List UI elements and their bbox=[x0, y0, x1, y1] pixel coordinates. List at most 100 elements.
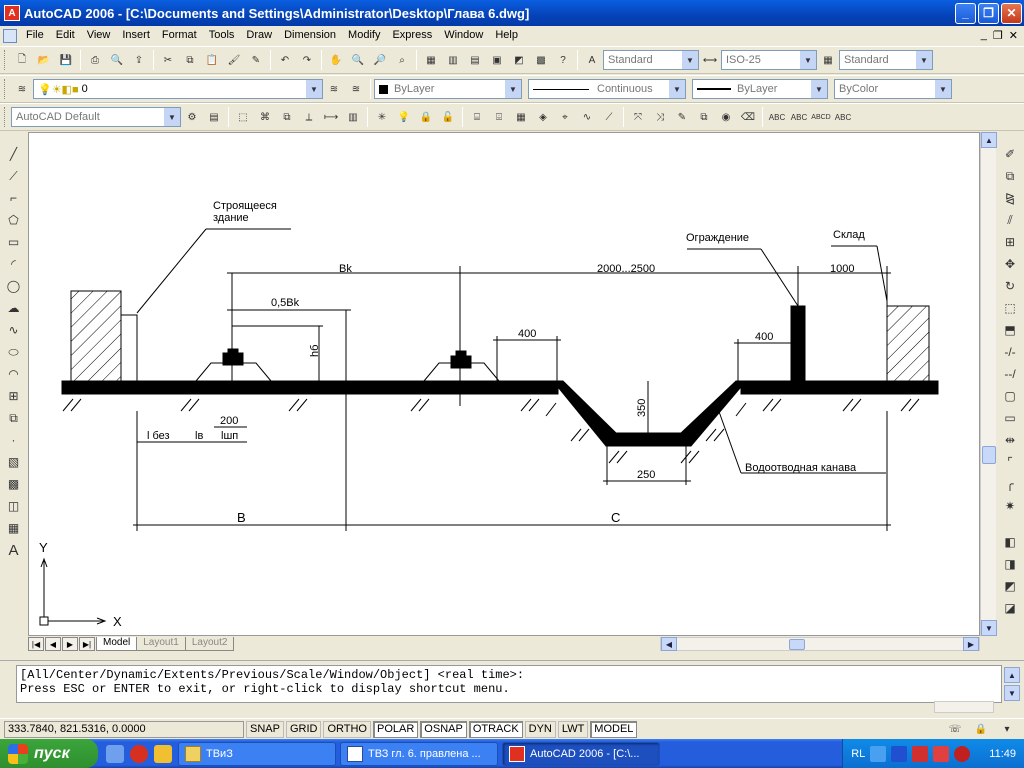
point-icon[interactable]: · bbox=[5, 431, 23, 449]
undo-icon[interactable]: ↶ bbox=[276, 51, 294, 69]
close-button[interactable]: ✕ bbox=[1001, 2, 1022, 24]
explode-icon[interactable]: ✷ bbox=[1001, 497, 1019, 515]
horizontal-scroll-thumb[interactable] bbox=[789, 639, 805, 650]
menu-express[interactable]: Express bbox=[386, 26, 438, 45]
horizontal-scrollbar[interactable]: ◀ ▶ bbox=[660, 637, 980, 651]
document-icon[interactable] bbox=[3, 28, 17, 43]
task-autocad[interactable]: AutoCAD 2006 - [C:\... bbox=[502, 741, 660, 766]
draworder-above-icon[interactable]: ◩ bbox=[1001, 577, 1019, 595]
status-menu-icon[interactable]: ▾ bbox=[998, 720, 1016, 738]
construction-line-icon[interactable]: ⟋ bbox=[5, 167, 23, 185]
quick-launch-desktop-icon[interactable] bbox=[106, 744, 124, 763]
match-properties-icon[interactable]: 🖌 bbox=[225, 51, 243, 69]
plot-preview-icon[interactable]: 🔍 bbox=[108, 51, 126, 69]
tray-shield-icon[interactable] bbox=[954, 745, 971, 762]
osnap-toggle[interactable]: OSNAP bbox=[420, 720, 467, 738]
menu-dimension[interactable]: Dimension bbox=[278, 26, 342, 45]
task-word[interactable]: ТВЗ гл. 6. правлена ... bbox=[340, 741, 498, 766]
chevron-down-icon[interactable]: ▼ bbox=[669, 80, 685, 98]
menu-window[interactable]: Window bbox=[438, 26, 489, 45]
lwt-toggle[interactable]: LWT bbox=[557, 720, 589, 738]
vertical-scroll-thumb[interactable] bbox=[982, 446, 996, 464]
circle-icon[interactable]: ◯ bbox=[5, 277, 23, 295]
toolbar-grip[interactable] bbox=[4, 79, 7, 99]
express-tag-icon[interactable]: ⌹ bbox=[490, 108, 508, 126]
tray-antivirus-icon[interactable] bbox=[933, 745, 950, 762]
print-icon[interactable]: ⎙ bbox=[86, 51, 104, 69]
stretch-icon[interactable]: ⬒ bbox=[1001, 321, 1019, 339]
revision-cloud-icon[interactable]: ☁ bbox=[5, 299, 23, 317]
array-icon[interactable]: ⊞ bbox=[1001, 233, 1019, 251]
properties-icon[interactable]: ▦ bbox=[422, 51, 440, 69]
chevron-down-icon[interactable]: ▼ bbox=[800, 51, 816, 69]
open-icon[interactable]: 📂 bbox=[35, 51, 53, 69]
cmd-scroll-down-icon[interactable]: ▼ bbox=[1004, 685, 1020, 701]
break-icon[interactable]: ▭ bbox=[1001, 409, 1019, 427]
workspace-settings-icon[interactable]: ⚙ bbox=[183, 108, 201, 126]
express-edit-icon[interactable]: ✎ bbox=[673, 108, 691, 126]
menu-modify[interactable]: Modify bbox=[342, 26, 386, 45]
menu-tools[interactable]: Tools bbox=[203, 26, 241, 45]
express-wave-icon[interactable]: ∿ bbox=[578, 108, 596, 126]
multiline-text-icon[interactable]: A bbox=[5, 541, 23, 559]
extend-icon[interactable]: --/ bbox=[1001, 365, 1019, 383]
arc-icon[interactable]: ◜ bbox=[5, 255, 23, 273]
next-tab-icon[interactable]: ▶ bbox=[62, 637, 78, 651]
toolbar-lock-icon[interactable]: 🔒 bbox=[972, 720, 990, 738]
express-move-icon[interactable]: ⤧ bbox=[629, 108, 647, 126]
menu-file[interactable]: File bbox=[20, 26, 50, 45]
text-style-icon[interactable]: A bbox=[583, 51, 601, 69]
tray-monitor-icon[interactable] bbox=[870, 745, 887, 762]
express-unlock-icon[interactable]: 🔓 bbox=[439, 108, 457, 126]
draworder-back-icon[interactable]: ◨ bbox=[1001, 555, 1019, 573]
express-stretch-icon[interactable]: ⤨ bbox=[651, 108, 669, 126]
first-tab-icon[interactable]: |◀ bbox=[28, 637, 44, 651]
scroll-down-icon[interactable]: ▼ bbox=[981, 620, 997, 636]
express-break-icon[interactable]: ⟋ bbox=[600, 108, 618, 126]
help-icon[interactable]: ? bbox=[554, 51, 572, 69]
break-at-point-icon[interactable]: ▢ bbox=[1001, 387, 1019, 405]
autocad-app-icon[interactable]: A bbox=[4, 5, 20, 21]
language-indicator[interactable]: RL bbox=[851, 748, 865, 760]
chevron-down-icon[interactable]: ▼ bbox=[811, 80, 827, 98]
hatch-icon[interactable]: ▧ bbox=[5, 453, 23, 471]
redo-icon[interactable]: ↷ bbox=[298, 51, 316, 69]
text-abc-icon[interactable]: ABC bbox=[768, 108, 786, 126]
doc-close-icon[interactable]: ✕ bbox=[1009, 29, 1018, 42]
task-folder[interactable]: ТВиЗ bbox=[178, 741, 336, 766]
sheet-set-icon[interactable]: ▣ bbox=[488, 51, 506, 69]
toolbar-grip[interactable] bbox=[4, 107, 7, 127]
express-bulb-icon[interactable]: 💡 bbox=[395, 108, 413, 126]
express-block-icon[interactable]: ⬚ bbox=[234, 108, 252, 126]
move-icon[interactable]: ✥ bbox=[1001, 255, 1019, 273]
trim-icon[interactable]: -/- bbox=[1001, 343, 1019, 361]
draworder-front-icon[interactable]: ◧ bbox=[1001, 533, 1019, 551]
text-abc-fit-icon[interactable]: ABC bbox=[790, 108, 808, 126]
copy-object-icon[interactable]: ⧉ bbox=[1001, 167, 1019, 185]
menu-insert[interactable]: Insert bbox=[116, 26, 156, 45]
zoom-previous-icon[interactable]: ⌕ bbox=[393, 51, 411, 69]
restore-button[interactable]: ❐ bbox=[978, 2, 999, 24]
express-lock-icon[interactable]: 🔒 bbox=[417, 108, 435, 126]
join-icon[interactable]: ⇹ bbox=[1001, 431, 1019, 449]
express-palette-icon[interactable]: ◈ bbox=[534, 108, 552, 126]
scale-icon[interactable]: ⬚ bbox=[1001, 299, 1019, 317]
offset-icon[interactable]: ⫽ bbox=[1001, 211, 1019, 229]
clock[interactable]: 11:49 bbox=[989, 748, 1016, 760]
polar-toggle[interactable]: POLAR bbox=[373, 720, 419, 738]
copy-icon[interactable]: ⧉ bbox=[181, 51, 199, 69]
fillet-icon[interactable]: ╭ bbox=[1001, 475, 1019, 493]
prev-tab-icon[interactable]: ◀ bbox=[45, 637, 61, 651]
ellipse-arc-icon[interactable]: ◠ bbox=[5, 365, 23, 383]
menu-format[interactable]: Format bbox=[156, 26, 203, 45]
design-center-icon[interactable]: ▥ bbox=[444, 51, 462, 69]
text-abc-arc-icon[interactable]: ABC bbox=[834, 108, 852, 126]
chevron-down-icon[interactable]: ▼ bbox=[306, 80, 322, 98]
table-style-icon[interactable]: ▦ bbox=[819, 51, 837, 69]
express-erase-icon[interactable]: ⌫ bbox=[739, 108, 757, 126]
express-copy-icon[interactable]: ⧉ bbox=[695, 108, 713, 126]
insert-block-icon[interactable]: ⊞ bbox=[5, 387, 23, 405]
layer-manager-icon[interactable]: ≋ bbox=[13, 80, 31, 98]
ortho-toggle[interactable]: ORTHO bbox=[323, 720, 371, 738]
last-tab-icon[interactable]: ▶| bbox=[79, 637, 95, 651]
